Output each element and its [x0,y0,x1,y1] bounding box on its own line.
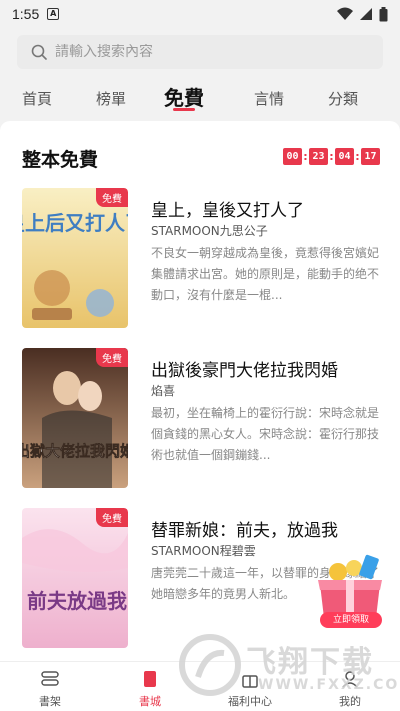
wifi-icon [337,7,353,20]
status-icons [337,6,388,22]
free-badge: 免費 [96,188,128,207]
book-cover[interactable]: 皇上后又打人了 免費 [22,188,128,328]
status-bar: 1:55 A [0,0,400,28]
search-input[interactable] [55,44,355,60]
cover-title-text: 皇上后又打人了 [22,211,128,235]
countdown-days: 00 [283,148,302,165]
status-time: 1:55 [12,6,40,22]
gift-claim-label[interactable]: 立即領取 [320,612,382,628]
free-badge: 免費 [96,508,128,527]
active-tab-indicator [173,108,195,111]
free-badge: 免費 [96,348,128,367]
bookshelf-icon [41,671,59,686]
signal-icon [360,8,372,20]
book-cover[interactable]: 前夫放過我 免費 [22,508,128,648]
tab-rankings[interactable]: 榜單 [96,88,126,109]
watermark-url: WWW.FXXZ.COM [258,677,400,693]
book-cover-image: 前夫放過我 [22,508,128,648]
gift-box-button[interactable]: 立即領取 [310,552,390,632]
book-title[interactable]: 皇上，皇後又打人了 [151,196,304,221]
book-title[interactable]: 出獄後豪門大佬拉我閃婚 [151,356,338,381]
book-cover-image: 出獄大佬拉我閃婚 [22,348,128,488]
tab-category[interactable]: 分類 [328,88,358,109]
tab-romance[interactable]: 言情 [254,88,284,109]
notification-a-icon: A [47,8,60,20]
countdown-timer: 00 : 23 : 04 : 17 [283,148,380,165]
cover-title-text: 前夫放過我 [27,589,127,613]
book-item[interactable]: 出獄大佬拉我閃婚 免費 出獄後豪門大佬拉我閃婚 焰喜 最初，坐在輪椅上的霍衍行說… [0,348,400,498]
tab-free[interactable]: 免費 [164,82,204,111]
tab-home[interactable]: 首頁 [22,88,52,109]
bookstore-icon [144,671,156,687]
battery-icon [379,6,388,21]
book-author: STARMOON九思公子 [151,224,268,238]
book-author: 焰喜 [151,384,176,398]
watermark-overlay: 飞翔下载 WWW.FXXZ.COM [178,633,400,703]
section-title: 整本免費 [22,149,99,171]
watermark-text: 飞翔下载 [246,645,374,680]
book-title[interactable]: 替罪新娘：前夫，放過我 [151,516,338,541]
nav-bookshelf-label: 書架 [39,695,61,708]
search-icon [31,44,47,60]
book-item[interactable]: 皇上后又打人了 免費 皇上，皇後又打人了 STARMOON九思公子 不良女一朝穿… [0,188,400,338]
book-author: STARMOON程碧雲 [151,544,256,558]
cover-title-text: 出獄大佬拉我閃婚 [22,442,128,460]
category-tabs: 首頁 榜單 免費 言情 分類 [0,78,400,120]
countdown-seconds: 17 [361,148,380,165]
book-description: 不良女一朝穿越成為皇後，竟惹得後宮嬪妃集體請求出宮。她的原則是，能動手的绝不動口… [151,246,379,302]
countdown-minutes: 04 [335,148,354,165]
countdown-hours: 23 [309,148,328,165]
book-cover[interactable]: 出獄大佬拉我閃婚 免費 [22,348,128,488]
book-cover-image: 皇上后又打人了 [22,188,128,328]
watermark-logo-icon [179,634,241,696]
search-bar[interactable] [17,35,383,69]
nav-bookshelf[interactable]: 書架 [10,662,90,711]
book-description: 最初，坐在輪椅上的霍衍行說：宋時念就是個貪錢的黑心女人。宋時念說：霍衍行那技術也… [151,406,379,462]
